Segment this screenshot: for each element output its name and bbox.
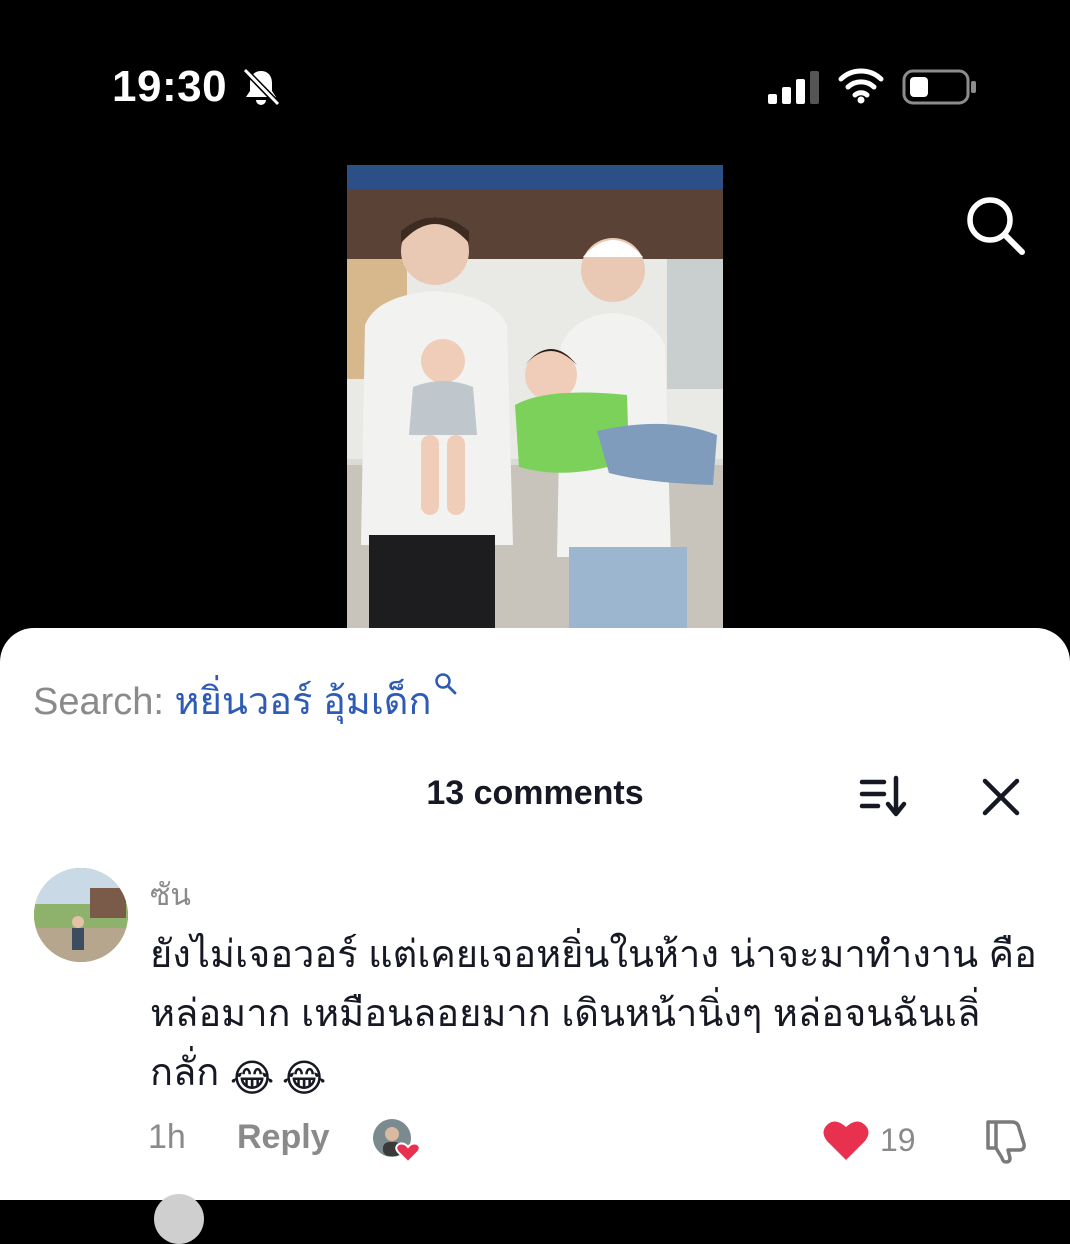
battery-low-icon: [902, 69, 976, 105]
heart-icon[interactable]: [822, 1118, 870, 1162]
creator-liked-icon: [373, 1119, 420, 1164]
video-frame-illustration: [347, 165, 723, 628]
laughing-emoji: 😂: [229, 1058, 275, 1100]
comment-sheet: Search: หยิ่นวอร์ อุ้มเด็ก 13 comments ซ…: [0, 628, 1070, 1244]
video-thumbnail[interactable]: [347, 165, 723, 628]
cellular-signal-icon: [768, 71, 819, 104]
search-small-icon: [434, 673, 456, 695]
status-bar: 19:30: [0, 0, 1070, 130]
avatar-image: [34, 868, 128, 962]
related-search-prefix: Search:: [33, 681, 164, 723]
close-icon[interactable]: [980, 776, 1022, 818]
comment-username[interactable]: ซัน: [150, 872, 191, 919]
comment-text: ยังไม่เจอวอร์ แต่เคยเจอหยิ่นในห้าง น่าจะ…: [150, 926, 1040, 1103]
related-search-query[interactable]: หยิ่นวอร์ อุ้มเด็ก: [175, 681, 432, 723]
bell-muted-icon: [242, 67, 281, 107]
like-count: 19: [880, 1122, 916, 1158]
wifi-icon: [838, 68, 884, 104]
reply-button[interactable]: Reply: [237, 1118, 330, 1157]
comment-time: 1h: [148, 1118, 186, 1156]
avatar[interactable]: [34, 868, 128, 962]
search-icon[interactable]: [962, 192, 1028, 258]
sort-icon[interactable]: [858, 774, 910, 818]
avatar[interactable]: [154, 1194, 204, 1244]
related-search[interactable]: Search: หยิ่นวอร์ อุ้มเด็ก: [33, 670, 458, 731]
dislike-icon[interactable]: [982, 1116, 1030, 1164]
laughing-emoji: 😂: [281, 1058, 327, 1100]
status-time: 19:30: [112, 62, 228, 111]
